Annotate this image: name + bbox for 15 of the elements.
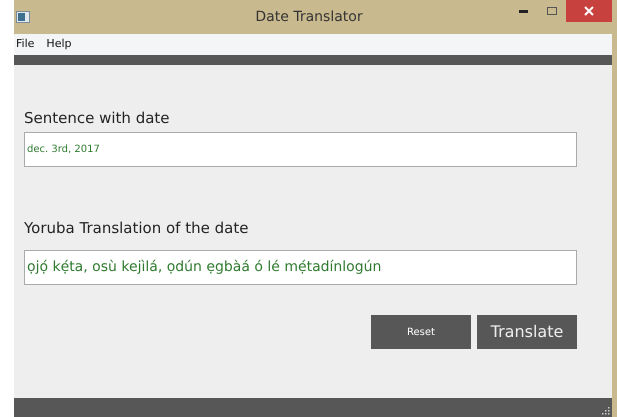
minimize-icon bbox=[518, 10, 528, 12]
field-label: Yoruba Translation of the date bbox=[24, 219, 250, 237]
action-button[interactable]: Translate bbox=[477, 315, 577, 349]
close-icon bbox=[584, 6, 594, 16]
close-button[interactable] bbox=[566, 0, 612, 22]
window-title: Date Translator bbox=[254, 8, 364, 26]
menu-item[interactable]: File bbox=[16, 36, 34, 53]
sentence-field[interactable]: dec. 3rd, 2017 bbox=[24, 132, 577, 167]
maximize-icon bbox=[547, 7, 557, 15]
menu-item[interactable]: Help bbox=[46, 36, 72, 53]
field-label: Sentence with date bbox=[24, 109, 171, 127]
translation-field[interactable]: ọjọ́ kẹ́ta, osù kejìlá, ọdún ẹgbàá ó lé mẹ́tadínlogún bbox=[24, 250, 577, 285]
action-button[interactable]: Reset bbox=[371, 315, 471, 349]
resize-grip-icon[interactable] bbox=[602, 407, 610, 415]
app-icon bbox=[16, 11, 30, 23]
